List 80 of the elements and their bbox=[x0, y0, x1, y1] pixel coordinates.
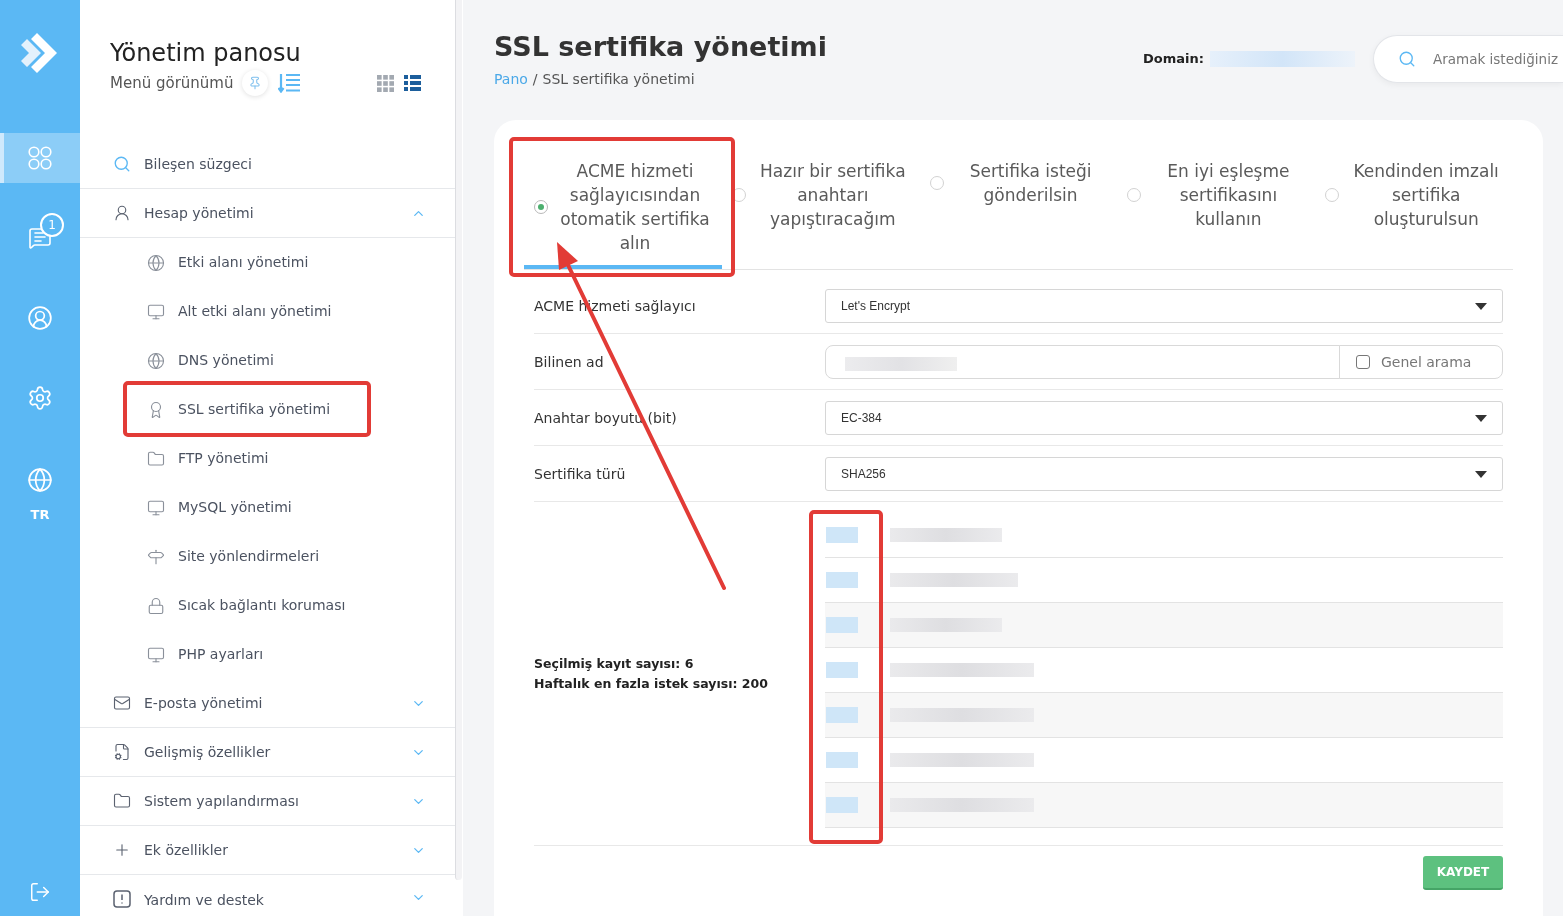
folder-icon bbox=[147, 449, 165, 468]
user-circle-icon bbox=[27, 305, 53, 331]
file-cog-icon bbox=[113, 743, 131, 761]
tab[interactable]: En iyi eşleşme sertifikasını kullanın bbox=[1117, 140, 1316, 269]
blurred-square-icon bbox=[826, 752, 858, 768]
menu-item[interactable]: Sistem yapılandırması bbox=[80, 777, 455, 826]
select-field[interactable]: EC-384 bbox=[825, 401, 1503, 435]
search-icon bbox=[1398, 50, 1416, 68]
field-label: Sertifika türü bbox=[534, 464, 627, 484]
caret-down-icon bbox=[1475, 470, 1487, 478]
blurred-square-icon bbox=[826, 617, 858, 633]
grid-view-button[interactable] bbox=[377, 74, 394, 92]
blurred-square-icon bbox=[826, 797, 858, 813]
menu-item[interactable]: Gelişmiş özellikler bbox=[80, 728, 455, 777]
grid-icon bbox=[377, 74, 394, 92]
search-box[interactable]: Aramak istediğiniz bbox=[1373, 35, 1563, 83]
blurred-square-icon bbox=[826, 527, 858, 543]
four-circles-icon bbox=[28, 146, 52, 170]
pin-icon bbox=[248, 76, 263, 90]
select-field[interactable]: SHA256 bbox=[825, 457, 1503, 491]
tab[interactable]: Sertifika isteği gönderilsin bbox=[919, 140, 1118, 269]
summary-text: Haftalık en fazla istek sayısı: 200 bbox=[534, 674, 769, 693]
text-field[interactable] bbox=[825, 345, 1340, 379]
sidebar-title: Yönetim panosu bbox=[110, 38, 302, 68]
menu-item[interactable]: Hesap yönetimi bbox=[80, 189, 455, 238]
scrollbar-thumb[interactable] bbox=[455, 0, 462, 880]
submenu-item[interactable]: Site yönlendirmeleri bbox=[80, 532, 455, 581]
menu-item[interactable]: Ek özellikler bbox=[80, 826, 455, 875]
submenu-item[interactable]: Sıcak bağlantı koruması bbox=[80, 581, 455, 630]
signpost-icon bbox=[147, 547, 165, 566]
monitor-icon bbox=[147, 498, 165, 517]
breadcrumb-separator: / bbox=[532, 70, 538, 88]
checkbox-label: Genel arama bbox=[1381, 352, 1472, 372]
logo-icon bbox=[21, 33, 57, 73]
monitor-icon bbox=[147, 645, 165, 664]
mail-icon bbox=[113, 694, 131, 712]
plus-icon bbox=[113, 841, 131, 859]
logout-icon bbox=[29, 881, 51, 903]
sort-button[interactable] bbox=[278, 73, 301, 93]
notification-badge: 1 bbox=[40, 213, 64, 237]
submenu-item[interactable]: PHP ayarları bbox=[80, 630, 455, 679]
menu-item[interactable]: E-posta yönetimi bbox=[80, 679, 455, 728]
view-label: Menü görünümü bbox=[110, 72, 234, 94]
globe-icon bbox=[27, 467, 53, 493]
list-icon bbox=[404, 75, 421, 91]
info-icon bbox=[113, 890, 131, 908]
search-icon bbox=[113, 155, 131, 173]
monitor-icon bbox=[147, 302, 165, 321]
submenu-item[interactable]: SSL sertifika yönetimi bbox=[80, 385, 455, 434]
settings-icon bbox=[27, 385, 53, 411]
menu-item[interactable]: Yardım ve destek bbox=[80, 875, 455, 916]
tab[interactable]: Hazır bir sertifika anahtarı yapıştıracağım bbox=[721, 140, 920, 269]
domain-label: Domain: bbox=[1143, 50, 1204, 69]
folder-icon bbox=[113, 792, 131, 810]
rail-button[interactable] bbox=[0, 133, 80, 183]
page-title: SSL sertifika yönetimi bbox=[494, 30, 827, 64]
globe-icon bbox=[147, 253, 165, 272]
tab[interactable]: Kendinden imzalı sertifika oluşturulsun bbox=[1315, 140, 1513, 269]
sort-list-icon bbox=[278, 73, 301, 93]
submenu-item[interactable]: DNS yönetimi bbox=[80, 336, 455, 385]
submenu-item[interactable]: Etki alanı yönetimi bbox=[80, 238, 455, 287]
submenu-item[interactable]: FTP yönetimi bbox=[80, 434, 455, 483]
submenu-item[interactable]: Alt etki alanı yönetimi bbox=[80, 287, 455, 336]
user-icon bbox=[113, 204, 131, 222]
summary-text: Seçilmiş kayıt sayısı: 6 bbox=[534, 654, 695, 673]
blurred-square-icon bbox=[826, 707, 858, 723]
submenu-item[interactable]: MySQL yönetimi bbox=[80, 483, 455, 532]
breadcrumb-current: SSL sertifika yönetimi bbox=[542, 70, 695, 88]
lock-icon bbox=[147, 596, 165, 615]
globe-icon bbox=[147, 351, 165, 370]
list-view-button[interactable] bbox=[404, 75, 421, 91]
checkbox[interactable] bbox=[1356, 355, 1370, 369]
blurred-square-icon bbox=[826, 662, 858, 678]
pin-button[interactable] bbox=[242, 70, 269, 96]
field-label: Bilinen ad bbox=[534, 352, 605, 372]
caret-down-icon bbox=[1475, 302, 1487, 310]
caret-down-icon bbox=[1475, 414, 1487, 422]
select-field[interactable]: Let's Encrypt bbox=[825, 289, 1503, 323]
blurred-square-icon bbox=[826, 572, 858, 588]
search-input[interactable]: Aramak istediğiniz bbox=[1433, 48, 1562, 70]
